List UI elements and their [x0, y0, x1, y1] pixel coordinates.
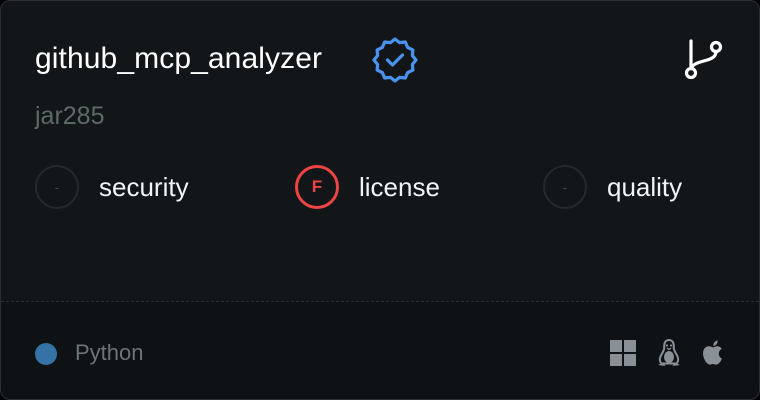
- quality-label: quality: [607, 172, 683, 202]
- linux-icon: [658, 338, 680, 366]
- repo-name[interactable]: github_mcp_analyzer: [35, 39, 322, 79]
- license-grade: F: [295, 165, 339, 209]
- card-footer: Python: [1, 301, 759, 399]
- language-label: Python: [75, 340, 144, 365]
- git-fork-icon[interactable]: [681, 37, 727, 83]
- apple-icon: [703, 340, 722, 365]
- verified-badge-icon: [372, 37, 418, 83]
- repo-owner[interactable]: jar285: [35, 99, 105, 133]
- security-grade: -: [35, 165, 79, 209]
- quality-grade: -: [543, 165, 587, 209]
- windows-icon: [610, 340, 636, 366]
- repo-card[interactable]: github_mcp_analyzer jar285 - security F …: [0, 0, 760, 400]
- language-color-dot: [35, 343, 57, 365]
- license-label: license: [359, 172, 440, 202]
- security-label: security: [99, 172, 189, 202]
